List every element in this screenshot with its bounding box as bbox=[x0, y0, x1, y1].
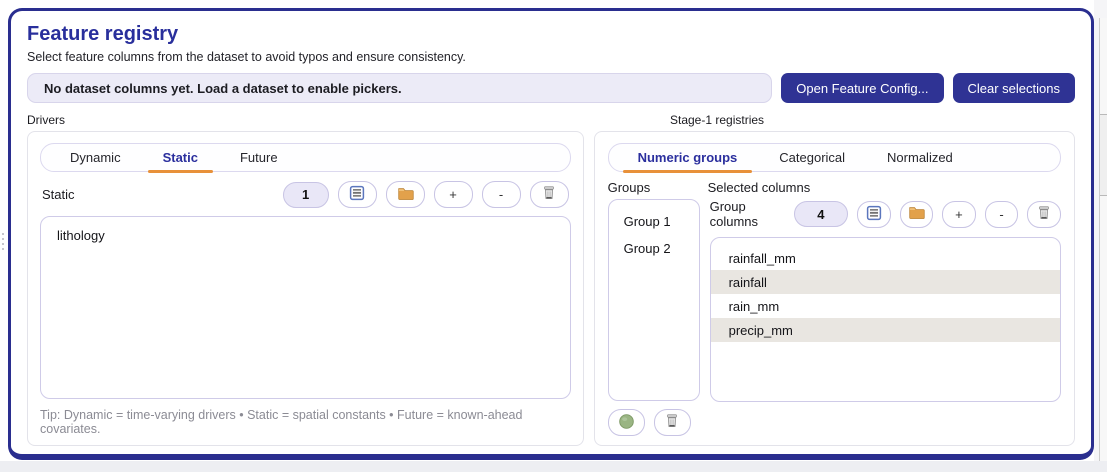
page-title: Feature registry bbox=[27, 23, 179, 45]
selected-columns-listbox: rainfall_mm rainfall rain_mm precip_mm bbox=[709, 237, 1061, 402]
splitter-handle[interactable] bbox=[0, 226, 6, 256]
minus-icon: - bbox=[999, 206, 1004, 222]
selected-columns-column: Group columns 4 + - rainfall_mm rainfall… bbox=[709, 199, 1061, 436]
group-columns-toolbar: Group columns 4 + - bbox=[710, 199, 1061, 229]
drivers-tip: Tip: Dynamic = time-varying drivers • St… bbox=[40, 408, 523, 436]
list-edit-button[interactable] bbox=[337, 181, 377, 208]
add-group-button[interactable] bbox=[607, 409, 645, 436]
list-edit-button[interactable] bbox=[856, 200, 891, 228]
column-item[interactable]: rainfall bbox=[710, 270, 1060, 294]
list-item[interactable]: lithology bbox=[41, 224, 570, 247]
group-columns-label: Group columns bbox=[709, 199, 759, 229]
column-item[interactable]: rainfall_mm bbox=[711, 246, 1060, 270]
registries-body: Group 1 Group 2 Group columns 4 + - rain… bbox=[607, 199, 1061, 436]
trash-icon bbox=[541, 185, 557, 204]
groups-column: Group 1 Group 2 bbox=[607, 199, 700, 436]
open-folder-button[interactable] bbox=[899, 200, 934, 228]
plus-icon: + bbox=[449, 187, 457, 202]
clear-list-button[interactable] bbox=[529, 181, 569, 208]
group-item[interactable]: Group 2 bbox=[609, 235, 699, 262]
clear-columns-button[interactable] bbox=[1027, 200, 1061, 228]
remove-column-button[interactable]: - bbox=[984, 200, 1019, 228]
page-subtitle: Select feature columns from the dataset … bbox=[27, 50, 466, 64]
drivers-section-label: Static bbox=[42, 187, 75, 202]
minus-icon: - bbox=[498, 187, 504, 202]
tab-future[interactable]: Future bbox=[219, 144, 299, 171]
tab-numeric-groups[interactable]: Numeric groups bbox=[617, 144, 759, 173]
clear-selections-button[interactable]: Clear selections bbox=[952, 73, 1075, 103]
folder-icon bbox=[397, 185, 414, 205]
column-item[interactable]: precip_mm bbox=[710, 318, 1060, 342]
status-row: No dataset columns yet. Load a dataset t… bbox=[27, 73, 1075, 103]
panel-captions: Drivers Stage-1 registries bbox=[27, 113, 1075, 127]
groups-listbox: Group 1 Group 2 bbox=[607, 199, 700, 401]
adjacent-panel-notch bbox=[1100, 114, 1107, 196]
drivers-count-badge: 1 bbox=[282, 181, 329, 208]
drivers-panel: Dynamic Static Future Static 1 + - litho… bbox=[27, 131, 584, 446]
open-folder-button[interactable] bbox=[385, 181, 425, 208]
delete-group-button[interactable] bbox=[653, 409, 691, 436]
column-item[interactable]: rain_mm bbox=[711, 294, 1060, 318]
open-feature-config-button[interactable]: Open Feature Config... bbox=[781, 73, 944, 103]
tab-normalized[interactable]: Normalized bbox=[866, 144, 974, 171]
plus-icon: + bbox=[955, 206, 963, 222]
list-icon bbox=[349, 185, 365, 204]
registries-labels: Groups Selected columns bbox=[608, 180, 1061, 195]
screen: Feature registry Select feature columns … bbox=[0, 0, 1107, 472]
drivers-toolbar: Static 1 + - bbox=[42, 181, 569, 208]
remove-item-button[interactable]: - bbox=[481, 181, 521, 208]
drivers-tabbar: Dynamic Static Future bbox=[40, 143, 571, 173]
trash-icon bbox=[664, 413, 680, 432]
page-background-bottom bbox=[0, 461, 1107, 472]
add-column-button[interactable]: + bbox=[942, 200, 976, 228]
tab-static[interactable]: Static bbox=[142, 144, 219, 173]
trash-icon bbox=[1036, 205, 1052, 224]
tab-categorical[interactable]: Categorical bbox=[758, 144, 866, 171]
group-item[interactable]: Group 1 bbox=[609, 208, 699, 235]
feature-registry-window: Feature registry Select feature columns … bbox=[8, 8, 1094, 460]
green-dot-icon bbox=[618, 413, 635, 433]
adjacent-panel-sliver bbox=[1099, 18, 1107, 472]
drivers-listbox: lithology bbox=[40, 216, 571, 399]
groups-actions bbox=[607, 409, 700, 436]
list-icon bbox=[866, 205, 882, 224]
drivers-caption: Drivers bbox=[27, 113, 65, 127]
folder-icon bbox=[908, 204, 925, 224]
registries-caption: Stage-1 registries bbox=[670, 113, 765, 127]
registries-panel: Numeric groups Categorical Normalized Gr… bbox=[593, 131, 1075, 446]
add-item-button[interactable]: + bbox=[433, 181, 473, 208]
registries-tabbar: Numeric groups Categorical Normalized bbox=[607, 143, 1061, 173]
panels-row: Dynamic Static Future Static 1 + - litho… bbox=[27, 131, 1075, 446]
selected-columns-label: Selected columns bbox=[707, 180, 811, 195]
groups-label: Groups bbox=[607, 180, 651, 195]
tab-dynamic[interactable]: Dynamic bbox=[49, 144, 142, 171]
group-columns-count-badge: 4 bbox=[793, 201, 848, 227]
status-banner: No dataset columns yet. Load a dataset t… bbox=[27, 73, 773, 103]
